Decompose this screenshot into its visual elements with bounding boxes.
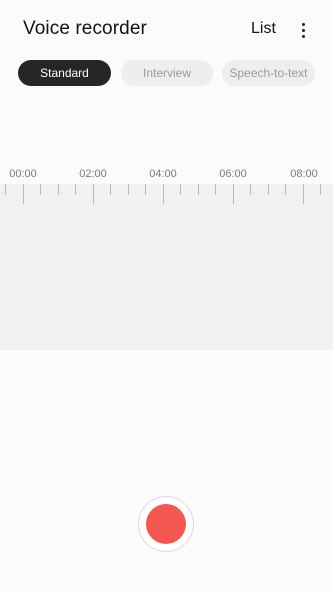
ruler-tick: [145, 184, 146, 195]
ruler-tick: [128, 184, 129, 195]
ruler-tick: [215, 184, 216, 195]
tab-standard[interactable]: Standard: [18, 60, 111, 86]
time-label: 08:00: [290, 168, 318, 180]
record-button[interactable]: [138, 496, 194, 552]
waveform-area: [0, 184, 333, 350]
record-icon: [146, 504, 186, 544]
ruler-tick: [233, 184, 234, 204]
ruler-tick: [93, 184, 94, 204]
time-label: 02:00: [79, 168, 107, 180]
ruler-tick: [320, 184, 321, 195]
time-ruler-labels: 00:00 02:00 04:00 06:00 08:00: [0, 168, 333, 184]
ruler-tick: [5, 184, 6, 195]
ruler-tick: [75, 184, 76, 195]
ruler-tick: [198, 184, 199, 195]
recording-mode-tabs: Standard Interview Speech-to-text: [0, 60, 333, 86]
more-options-icon[interactable]: [297, 20, 311, 40]
ruler-tick: [23, 184, 24, 204]
ruler-tick: [40, 184, 41, 195]
time-ruler-ticks: [0, 184, 333, 206]
ruler-tick: [163, 184, 164, 204]
recording-timeline: 00:00 02:00 04:00 06:00 08:00: [0, 160, 333, 350]
ruler-tick: [58, 184, 59, 195]
ruler-tick: [285, 184, 286, 195]
time-label: 00:00: [9, 168, 37, 180]
tab-speech-to-text[interactable]: Speech-to-text: [222, 60, 315, 86]
ruler-tick: [110, 184, 111, 195]
ruler-tick: [268, 184, 269, 195]
list-button[interactable]: List: [251, 20, 276, 38]
time-label: 06:00: [219, 168, 247, 180]
ruler-tick: [303, 184, 304, 204]
time-label: 04:00: [149, 168, 177, 180]
ruler-tick: [250, 184, 251, 195]
tab-interview[interactable]: Interview: [121, 60, 213, 86]
ruler-tick: [180, 184, 181, 195]
page-title: Voice recorder: [23, 18, 147, 39]
app-header: Voice recorder List: [0, 0, 333, 60]
